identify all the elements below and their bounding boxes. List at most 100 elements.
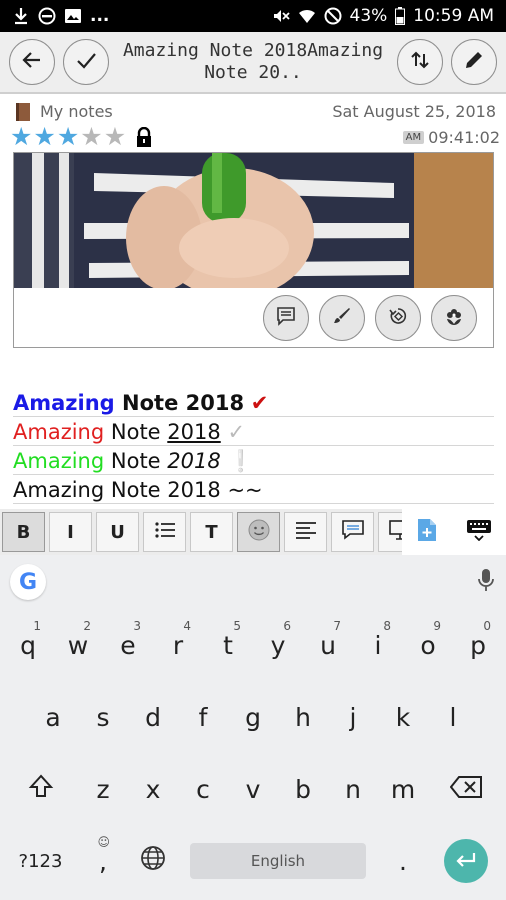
key-label: x xyxy=(145,774,161,804)
emoji-button[interactable] xyxy=(237,512,280,552)
align-button[interactable] xyxy=(284,512,327,552)
key-hint: 3 xyxy=(133,619,141,633)
underline-button[interactable]: U xyxy=(96,512,139,552)
line-word-colored: Amazing xyxy=(13,449,105,473)
keyboard-icon xyxy=(466,520,492,545)
bold-button[interactable]: B xyxy=(2,512,45,552)
language-key[interactable] xyxy=(128,825,178,897)
enter-key[interactable] xyxy=(443,839,488,883)
ampm-badge: AM xyxy=(402,131,425,144)
back-button[interactable] xyxy=(9,39,55,85)
star-icon[interactable]: ★ xyxy=(80,124,102,150)
image-comment-button[interactable] xyxy=(263,295,309,341)
key-v[interactable]: v xyxy=(228,753,278,825)
key-label: u xyxy=(320,630,336,660)
key-f[interactable]: f xyxy=(178,681,228,753)
keyboard-row-3: z x c v b nm xyxy=(0,753,506,825)
sort-button[interactable] xyxy=(397,39,443,85)
key-label: l xyxy=(449,702,457,732)
key-n[interactable]: n xyxy=(328,753,378,825)
note-line[interactable]: Amazing Note 2018 ❕ xyxy=(13,446,494,475)
note-line[interactable]: Amazing Note 2018 ~~ xyxy=(13,475,494,504)
image-effect-button[interactable] xyxy=(431,295,477,341)
keyboard-toggle-button[interactable] xyxy=(466,519,492,545)
key-k[interactable]: k xyxy=(378,681,428,753)
star-icon[interactable]: ★ xyxy=(33,124,55,150)
key-hint: 4 xyxy=(183,619,191,633)
note-info: My notes Sat August 25, 2018 ★ ★ ★ ★ ★ A… xyxy=(0,96,506,152)
key-z[interactable]: z xyxy=(78,753,128,825)
note-line[interactable]: Amazing Note 2018 ✔ xyxy=(13,388,494,417)
symbols-label: ?123 xyxy=(18,850,63,872)
star-icon[interactable]: ★ xyxy=(10,124,32,150)
note-body[interactable]: Amazing Note 2018 ✔ Amazing Note 2018 ✓ … xyxy=(13,388,494,504)
key-j[interactable]: j xyxy=(328,681,378,753)
rating-stars[interactable]: ★ ★ ★ ★ ★ xyxy=(10,124,155,150)
light-check-icon: ✓ xyxy=(227,420,246,444)
key-l[interactable]: l xyxy=(428,681,478,753)
backspace-key[interactable] xyxy=(428,753,503,825)
period-key[interactable]: . xyxy=(378,825,428,897)
key-d[interactable]: d xyxy=(128,681,178,753)
line-year: 2018 xyxy=(167,420,221,444)
key-y[interactable]: 6y xyxy=(253,609,303,681)
key-label: q xyxy=(20,630,36,660)
mic-button[interactable] xyxy=(478,568,494,596)
save-check-button[interactable] xyxy=(63,39,109,85)
enter-key-wrap xyxy=(428,825,503,897)
key-w[interactable]: 2w xyxy=(53,609,103,681)
key-o[interactable]: 9o xyxy=(403,609,453,681)
image-attachment-card xyxy=(13,152,494,348)
shift-key[interactable] xyxy=(3,753,78,825)
key-t[interactable]: 5t xyxy=(203,609,253,681)
attached-photo[interactable] xyxy=(14,153,493,288)
key-label: w xyxy=(67,630,89,660)
key-r[interactable]: 4r xyxy=(153,609,203,681)
key-h[interactable]: h xyxy=(278,681,328,753)
add-file-button[interactable] xyxy=(417,518,437,546)
key-label: y xyxy=(270,630,286,660)
key-a[interactable]: a xyxy=(28,681,78,753)
key-m[interactable]: m xyxy=(378,753,428,825)
note-date[interactable]: Sat August 25, 2018 xyxy=(332,102,496,121)
notebook-icon xyxy=(16,102,30,121)
lock-icon[interactable] xyxy=(135,127,155,147)
key-u[interactable]: 7u xyxy=(303,609,353,681)
list-button[interactable] xyxy=(143,512,186,552)
notebook-selector[interactable]: My notes xyxy=(16,102,113,121)
row-3-letters: z x c v b nm xyxy=(78,753,428,825)
symbols-key[interactable]: ?123 xyxy=(3,825,78,897)
comment-button[interactable] xyxy=(331,512,374,552)
key-p[interactable]: 0p xyxy=(453,609,503,681)
comma-key[interactable]: ☺ , xyxy=(78,825,128,897)
key-s[interactable]: s xyxy=(78,681,128,753)
align-icon xyxy=(295,521,317,544)
star-icon[interactable]: ★ xyxy=(104,124,126,150)
key-g[interactable]: g xyxy=(228,681,278,753)
mute-icon xyxy=(272,7,290,25)
keyboard-row-1: 1q2w3e4r5t6y7u8i9o0p xyxy=(0,609,506,681)
key-x[interactable]: x xyxy=(128,753,178,825)
image-rotate-button[interactable] xyxy=(375,295,421,341)
key-b[interactable]: b xyxy=(278,753,328,825)
italic-button[interactable]: I xyxy=(49,512,92,552)
key-c[interactable]: c xyxy=(178,753,228,825)
text-style-button[interactable]: T xyxy=(190,512,233,552)
note-line[interactable]: Amazing Note 2018 ✓ xyxy=(13,417,494,446)
image-draw-button[interactable] xyxy=(319,295,365,341)
status-more: ... xyxy=(90,6,110,26)
note-title[interactable]: Amazing Note 2018Amazing Note 20.. xyxy=(109,40,397,84)
star-icon[interactable]: ★ xyxy=(57,124,79,150)
key-e[interactable]: 3e xyxy=(103,609,153,681)
line-word: Note xyxy=(122,391,179,415)
sort-icon xyxy=(409,49,431,75)
key-label: f xyxy=(198,702,208,732)
key-hint: 5 xyxy=(233,619,241,633)
space-bar[interactable]: English xyxy=(190,843,366,879)
key-q[interactable]: 1q xyxy=(3,609,53,681)
time-value: 09:41:02 xyxy=(428,128,500,147)
edit-button[interactable] xyxy=(451,39,497,85)
google-logo-button[interactable]: G xyxy=(10,564,46,600)
note-time[interactable]: AM 09:41:02 xyxy=(402,128,500,147)
key-i[interactable]: 8i xyxy=(353,609,403,681)
